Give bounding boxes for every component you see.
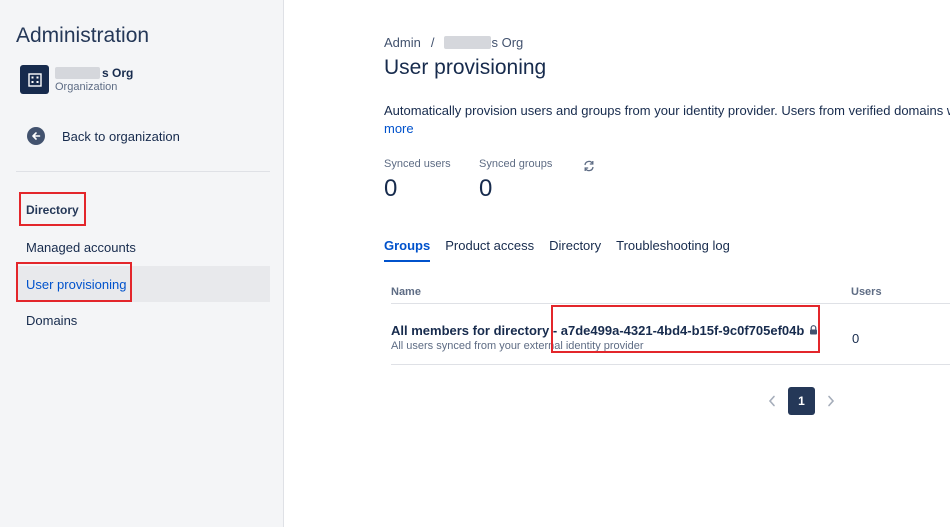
stat-value: 0: [479, 175, 493, 202]
admin-title: Administration: [16, 24, 150, 47]
page-button-current[interactable]: 1: [788, 387, 815, 415]
tab-bar: Groups Product access Directory Troubles…: [384, 236, 745, 262]
chevron-left-icon[interactable]: [760, 387, 784, 415]
redacted-text: [55, 67, 100, 79]
sidebar-divider: [16, 171, 270, 172]
sidebar-heading-directory: Directory: [26, 203, 79, 217]
lock-icon: [809, 323, 818, 338]
stat-synced-users: Synced users 0: [384, 158, 451, 203]
table-header-divider: [391, 303, 950, 304]
breadcrumb-org[interactable]: s Org: [491, 35, 523, 50]
back-to-organization-link[interactable]: Back to organization: [27, 127, 180, 145]
sidebar-item-domains[interactable]: Domains: [16, 302, 270, 338]
back-label: Back to organization: [62, 128, 180, 144]
redacted-text: [444, 36, 492, 49]
group-users-count: 0: [852, 331, 860, 346]
breadcrumb-separator: /: [430, 35, 435, 50]
tab-groups[interactable]: Groups: [384, 236, 431, 262]
stat-value: 0: [384, 175, 398, 202]
table-row-divider: [391, 364, 950, 365]
tab-product-access[interactable]: Product access: [445, 236, 534, 262]
refresh-icon[interactable]: [583, 159, 595, 177]
tab-directory[interactable]: Directory: [549, 236, 601, 262]
breadcrumb-admin[interactable]: Admin: [384, 35, 421, 50]
breadcrumb: Admin / s Org: [384, 35, 523, 50]
tab-troubleshooting-log[interactable]: Troubleshooting log: [616, 236, 730, 262]
group-description: All users synced from your external iden…: [391, 340, 644, 352]
org-name: s Org: [55, 66, 133, 80]
stat-synced-groups: Synced groups 0: [479, 158, 552, 203]
main-content: Admin / s Org User provisioning Automati…: [284, 0, 950, 527]
org-building-icon: [20, 65, 49, 94]
page-title: User provisioning: [384, 56, 547, 79]
org-switcher[interactable]: s Org Organization: [20, 65, 133, 94]
back-arrow-icon: [27, 127, 45, 145]
pagination: 1: [760, 387, 843, 415]
column-header-users[interactable]: Users: [851, 286, 882, 298]
sidebar: Administration s Org Organization Back t…: [0, 0, 284, 527]
page-description: Automatically provision users and groups…: [384, 103, 950, 118]
more-link[interactable]: more: [384, 121, 414, 136]
group-name-link[interactable]: All members for directory - a7de499a-432…: [391, 323, 818, 338]
sidebar-item-managed-accounts[interactable]: Managed accounts: [16, 229, 270, 265]
group-name: All members for directory - a7de499a-432…: [391, 323, 805, 338]
stat-label: Synced users: [384, 158, 451, 170]
org-type: Organization: [55, 81, 118, 93]
chevron-right-icon[interactable]: [819, 387, 843, 415]
stat-label: Synced groups: [479, 158, 553, 170]
column-header-name[interactable]: Name: [391, 286, 421, 298]
sidebar-item-user-provisioning[interactable]: User provisioning: [16, 266, 270, 302]
